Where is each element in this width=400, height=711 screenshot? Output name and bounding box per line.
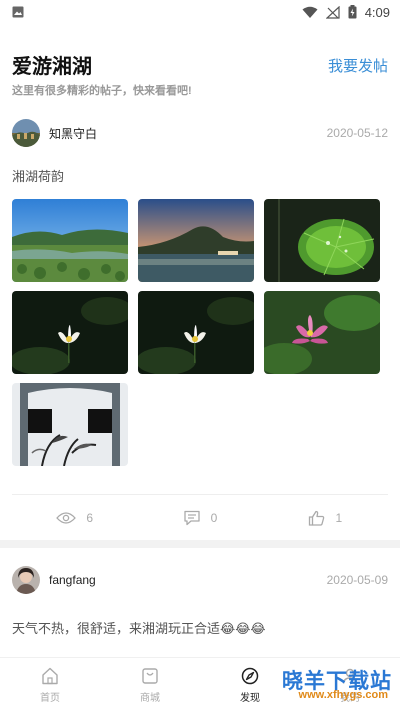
avatar[interactable] <box>12 566 40 594</box>
post-image[interactable] <box>12 383 128 466</box>
status-bar: 4:09 <box>0 0 400 24</box>
post-image[interactable] <box>12 291 128 374</box>
post-divider <box>0 540 400 548</box>
post-image[interactable] <box>138 199 254 282</box>
post-text: 湘湖荷韵 <box>12 169 65 184</box>
nav-label-home: 首页 <box>40 692 60 704</box>
post-image[interactable] <box>12 199 128 282</box>
post-card[interactable]: fangfang 2020-05-09 天气不热，很舒适，来湘湖玩正合适😂😂😂 <box>0 548 400 637</box>
author-name: 知黑守白 <box>49 126 98 141</box>
thumbs-up-icon <box>309 510 325 526</box>
post-image[interactable] <box>138 291 254 374</box>
post-header: 知黑守白 2020-05-12 <box>12 110 388 156</box>
views-action[interactable]: 6 <box>12 511 137 525</box>
eye-icon <box>56 511 77 524</box>
nav-item-shop[interactable]: 商城 <box>100 666 200 704</box>
no-signal-icon <box>325 5 340 19</box>
author-name: fangfang <box>49 573 96 587</box>
page-header: 爱游湘湖 这里有很多精彩的帖子，快来看看吧! 我要发帖 <box>0 24 400 110</box>
watermark-url: www.xfhygs.com <box>298 689 388 701</box>
avatar[interactable] <box>12 119 40 147</box>
post-image[interactable] <box>264 199 380 282</box>
post-card[interactable]: 知黑守白 2020-05-12 湘湖荷韵 6 0 1 <box>0 110 400 540</box>
post-actions: 6 0 1 <box>12 494 388 540</box>
comment-icon <box>183 510 200 525</box>
home-icon <box>42 667 58 684</box>
image-grid <box>12 199 388 466</box>
post-author[interactable]: 知黑守白 <box>12 119 97 147</box>
page-title: 爱游湘湖 <box>12 56 92 78</box>
post-header: fangfang 2020-05-09 <box>12 548 388 612</box>
wifi-icon <box>302 6 318 18</box>
likes-count: 1 <box>335 510 343 525</box>
new-post-button[interactable]: 我要发帖 <box>328 55 388 76</box>
comments-count: 0 <box>210 510 218 525</box>
post-text: 天气不热，很舒适，来湘湖玩正合适😂😂😂 <box>12 621 266 636</box>
like-action[interactable]: 1 <box>263 510 388 526</box>
nav-item-home[interactable]: 首页 <box>0 666 100 704</box>
image-notification-icon <box>12 6 24 18</box>
comment-action[interactable]: 0 <box>137 510 262 526</box>
post-author[interactable]: fangfang <box>12 566 96 594</box>
post-image[interactable] <box>264 291 380 374</box>
views-count: 6 <box>86 510 93 525</box>
status-time: 4:09 <box>364 4 390 20</box>
post-date: 2020-05-09 <box>326 573 388 587</box>
status-icons: 4:09 <box>302 5 390 20</box>
battery-charging-icon <box>348 5 357 19</box>
nav-label-shop: 商城 <box>140 692 160 704</box>
post-date: 2020-05-12 <box>326 126 388 140</box>
page-subtitle: 这里有很多精彩的帖子，快来看看吧! <box>12 85 192 97</box>
shop-icon <box>142 667 158 684</box>
watermark: 晓羊下载站 www.xfhygs.com <box>222 665 392 705</box>
